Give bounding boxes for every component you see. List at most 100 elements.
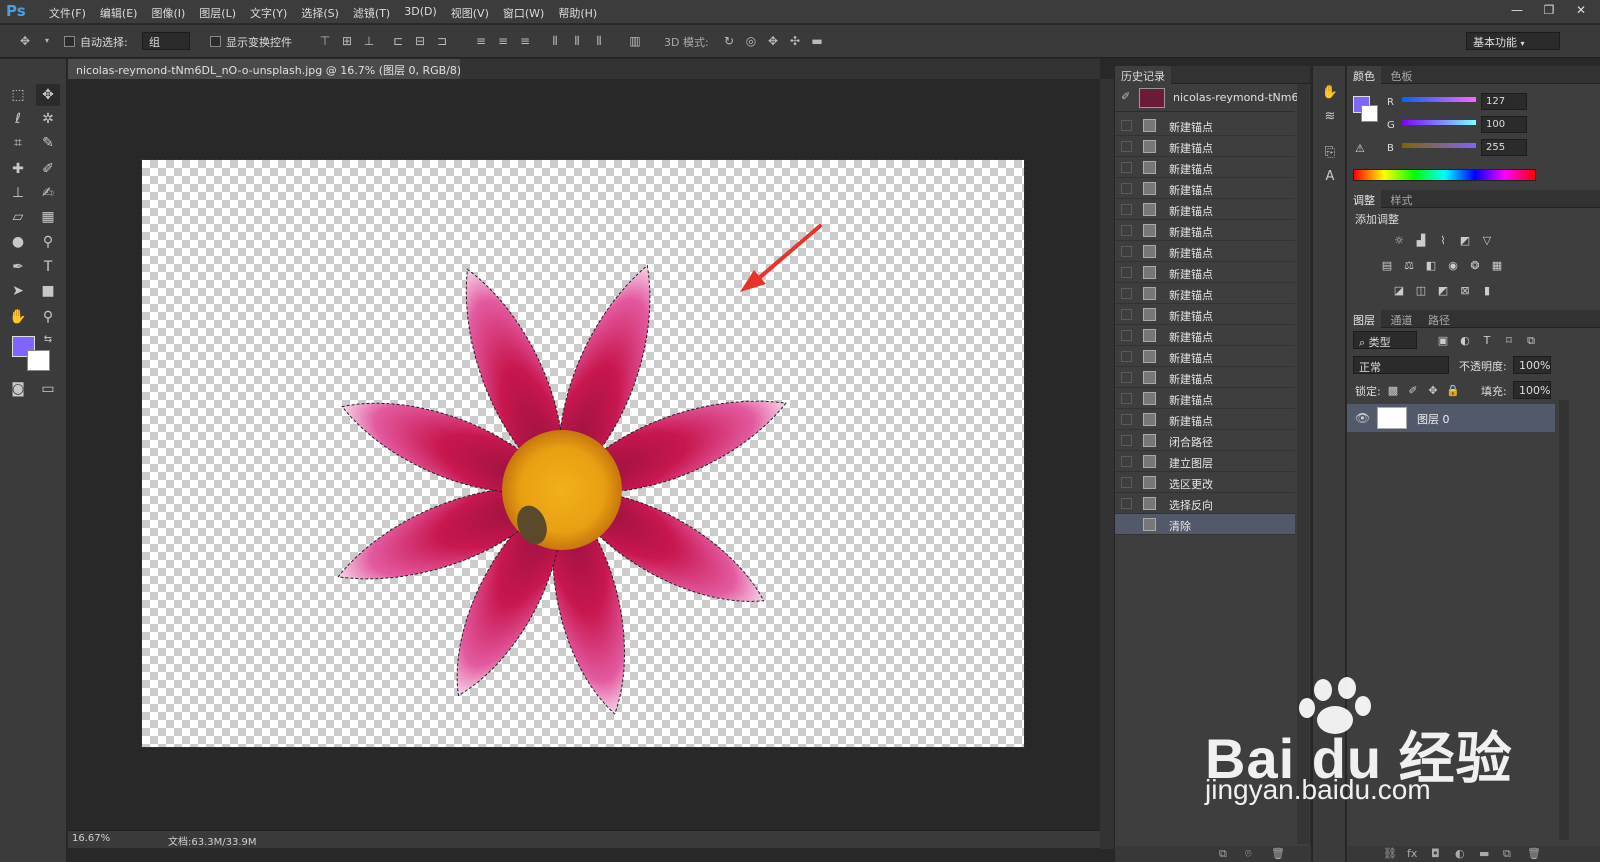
history-brush-source-checkbox[interactable] xyxy=(1121,498,1132,509)
chevron-down-icon[interactable]: ▾ xyxy=(40,34,54,48)
menu-help[interactable]: 帮助(H) xyxy=(551,5,604,21)
brush-presets-icon[interactable]: ✋ xyxy=(1321,84,1339,102)
vibrance-icon[interactable]: ▽ xyxy=(1479,234,1495,248)
color-spectrum[interactable] xyxy=(1353,169,1536,181)
3d-rotate-icon[interactable]: ↻ xyxy=(722,34,736,48)
fx-icon[interactable]: fx xyxy=(1407,847,1417,860)
history-brush-source-icon[interactable]: ✐ xyxy=(1121,90,1130,103)
show-transform-checkbox[interactable]: 显示变换控件 xyxy=(210,34,292,50)
history-brush-source-checkbox[interactable] xyxy=(1121,225,1132,236)
tab-swatches[interactable]: 色板 xyxy=(1385,66,1419,86)
close-button[interactable]: ✕ xyxy=(1566,1,1596,19)
camera-icon[interactable]: ⌾ xyxy=(1245,847,1252,861)
menu-file[interactable]: 文件(F) xyxy=(42,5,93,21)
rectangle-tool-icon[interactable]: ■ xyxy=(36,280,60,302)
eye-icon[interactable]: 👁 xyxy=(1355,411,1370,425)
tab-adjustments[interactable]: 调整 xyxy=(1347,190,1381,210)
history-brush-source-checkbox[interactable] xyxy=(1121,204,1132,215)
3d-roll-icon[interactable]: ◎ xyxy=(744,34,758,48)
healing-brush-tool-icon[interactable]: ✚ xyxy=(6,158,30,180)
history-brush-source-checkbox[interactable] xyxy=(1121,393,1132,404)
properties-icon[interactable]: ≋ xyxy=(1321,108,1339,126)
menu-filter[interactable]: 滤镜(T) xyxy=(346,5,397,21)
new-document-from-state-icon[interactable]: ⧉ xyxy=(1219,847,1227,861)
hand-tool-icon[interactable]: ✋ xyxy=(6,306,30,328)
new-group-icon[interactable]: ▬ xyxy=(1479,847,1489,860)
eyedropper-tool-icon[interactable]: ✎ xyxy=(36,132,60,154)
gamut-warning-icon[interactable]: ⚠ xyxy=(1355,142,1365,155)
history-brush-source-checkbox[interactable] xyxy=(1121,372,1132,383)
history-item[interactable]: 新建锚点 xyxy=(1115,304,1295,325)
background-color-swatch[interactable] xyxy=(27,350,50,371)
history-item[interactable]: 新建锚点 xyxy=(1115,262,1295,283)
clone-stamp-tool-icon[interactable]: ⊥ xyxy=(6,182,30,204)
3d-slide-icon[interactable]: ✣ xyxy=(788,34,802,48)
brush-tool-icon[interactable]: ✐ xyxy=(36,158,60,180)
menu-type[interactable]: 文字(Y) xyxy=(243,5,294,21)
levels-icon[interactable]: ▟ xyxy=(1413,234,1429,248)
history-item[interactable]: 新建锚点 xyxy=(1115,283,1295,304)
vertical-scrollbar[interactable] xyxy=(1100,79,1114,849)
link-layers-icon[interactable]: ⛓ xyxy=(1383,847,1397,860)
color-panel-background[interactable] xyxy=(1361,105,1378,122)
history-brush-source-checkbox[interactable] xyxy=(1121,309,1132,320)
crop-tool-icon[interactable]: ⌗ xyxy=(6,132,30,154)
history-brush-source-checkbox[interactable] xyxy=(1121,141,1132,152)
align-hcenter-icon[interactable]: ⊟ xyxy=(413,34,427,48)
history-brush-source-checkbox[interactable] xyxy=(1121,288,1132,299)
zoom-tool-icon[interactable]: ⚲ xyxy=(36,306,60,328)
g-slider[interactable] xyxy=(1402,120,1476,125)
tab-paths[interactable]: 路径 xyxy=(1422,310,1456,330)
history-brush-source-checkbox[interactable] xyxy=(1121,519,1132,530)
layer-row[interactable]: 👁 图层 0 xyxy=(1347,404,1555,432)
clone-source-icon[interactable]: ⎘ xyxy=(1321,144,1339,162)
color-balance-icon[interactable]: ⚖ xyxy=(1401,259,1417,273)
history-brush-source-checkbox[interactable] xyxy=(1121,162,1132,173)
b-value[interactable]: 255 xyxy=(1481,139,1527,156)
history-brush-source-checkbox[interactable] xyxy=(1121,120,1132,131)
color-lookup-icon[interactable]: ▦ xyxy=(1489,259,1505,273)
zoom-readout[interactable]: 16.67% xyxy=(72,833,110,844)
lock-all-icon[interactable]: 🔒 xyxy=(1445,384,1461,398)
history-brush-source-checkbox[interactable] xyxy=(1121,267,1132,278)
tab-history[interactable]: 历史记录 xyxy=(1115,66,1171,86)
menu-layer[interactable]: 图层(L) xyxy=(192,5,243,21)
tab-channels[interactable]: 通道 xyxy=(1385,310,1419,330)
minimize-button[interactable]: — xyxy=(1502,1,1532,19)
path-selection-tool-icon[interactable]: ➤ xyxy=(6,280,30,302)
history-item[interactable]: 新建锚点 xyxy=(1115,346,1295,367)
threshold-icon[interactable]: ◩ xyxy=(1435,284,1451,298)
exposure-icon[interactable]: ◩ xyxy=(1457,234,1473,248)
distribute-hcenter-icon[interactable]: ⫴ xyxy=(570,34,584,48)
move-tool-preset-icon[interactable]: ✥ xyxy=(18,34,32,48)
trash-icon[interactable]: 🗑 xyxy=(1271,847,1285,860)
lasso-tool-icon[interactable]: ℓ xyxy=(6,108,30,130)
quick-mask-icon[interactable]: ◙ xyxy=(6,378,30,400)
history-item[interactable]: 建立图层 xyxy=(1115,451,1295,472)
align-top-icon[interactable]: ⊤ xyxy=(318,34,332,48)
history-item[interactable]: 新建锚点 xyxy=(1115,388,1295,409)
blend-mode-dropdown[interactable]: 正常 xyxy=(1353,356,1449,374)
invert-icon[interactable]: ◪ xyxy=(1391,284,1407,298)
move-tool-icon[interactable]: ✥ xyxy=(36,84,60,106)
tab-color[interactable]: 颜色 xyxy=(1347,66,1381,86)
history-item[interactable]: 选择反向 xyxy=(1115,493,1295,514)
history-item[interactable]: 新建锚点 xyxy=(1115,325,1295,346)
restore-button[interactable]: ❐ xyxy=(1534,1,1564,19)
history-item[interactable]: 新建锚点 xyxy=(1115,220,1295,241)
photo-filter-icon[interactable]: ◉ xyxy=(1445,259,1461,273)
posterize-icon[interactable]: ◫ xyxy=(1413,284,1429,298)
history-brush-source-checkbox[interactable] xyxy=(1121,183,1132,194)
screen-mode-icon[interactable]: ▭ xyxy=(36,378,60,400)
fill-input[interactable]: 100% xyxy=(1513,381,1551,399)
menu-image[interactable]: 图像(I) xyxy=(144,5,192,21)
document-tab[interactable]: nicolas-reymond-tNm6DL_nO-o-unsplash.jpg… xyxy=(68,59,460,79)
history-brush-source-checkbox[interactable] xyxy=(1121,330,1132,341)
tab-layers[interactable]: 图层 xyxy=(1347,310,1381,330)
history-item[interactable]: 新建锚点 xyxy=(1115,136,1295,157)
distribute-right-icon[interactable]: ⫴ xyxy=(592,34,606,48)
layer-filter-dropdown[interactable]: ⌕ 类型 xyxy=(1353,331,1417,349)
history-brush-source-checkbox[interactable] xyxy=(1121,435,1132,446)
r-value[interactable]: 127 xyxy=(1481,93,1527,110)
character-icon[interactable]: A xyxy=(1321,168,1339,186)
